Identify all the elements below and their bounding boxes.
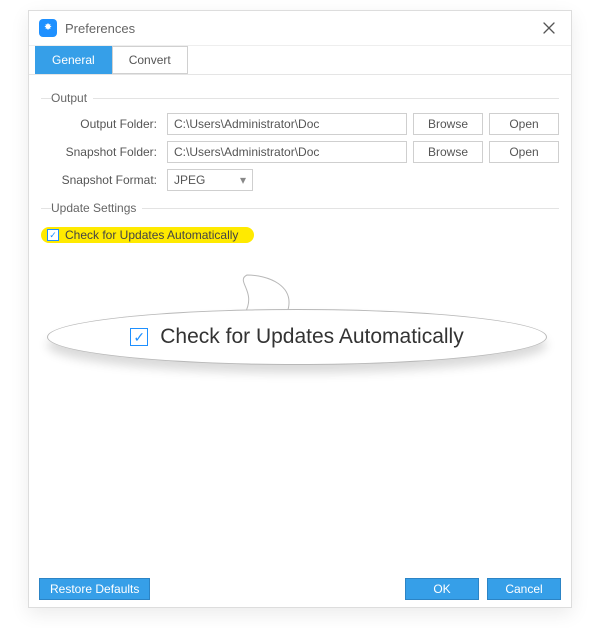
dialog-footer: Restore Defaults OK Cancel <box>29 571 571 607</box>
output-folder-label: Output Folder: <box>41 117 161 131</box>
output-group: Output Output Folder: Browse Open Snapsh… <box>41 91 559 191</box>
callout-label: Check for Updates Automatically <box>160 325 463 349</box>
tab-convert[interactable]: Convert <box>112 46 188 74</box>
tab-general[interactable]: General <box>35 46 112 74</box>
output-folder-open-button[interactable]: Open <box>489 113 559 135</box>
callout-checkbox[interactable]: ✓ <box>130 328 148 346</box>
app-icon <box>39 19 57 37</box>
ok-button[interactable]: OK <box>405 578 479 600</box>
snapshot-format-label: Snapshot Format: <box>41 173 161 187</box>
window-title: Preferences <box>65 21 135 36</box>
snapshot-folder-browse-button[interactable]: Browse <box>413 141 483 163</box>
dialog-body: Output Output Folder: Browse Open Snapsh… <box>29 75 571 571</box>
output-legend: Output <box>51 91 93 105</box>
auto-update-checkbox[interactable]: ✓ <box>47 229 59 241</box>
titlebar: Preferences <box>29 11 571 45</box>
callout-bubble: ✓ Check for Updates Automatically <box>47 309 547 365</box>
snapshot-format-value: JPEG <box>174 173 205 187</box>
close-button[interactable] <box>537 16 561 40</box>
snapshot-folder-label: Snapshot Folder: <box>41 145 161 159</box>
caret-down-icon: ▾ <box>240 173 246 187</box>
output-folder-browse-button[interactable]: Browse <box>413 113 483 135</box>
snapshot-format-select[interactable]: JPEG ▾ <box>167 169 253 191</box>
auto-update-checkbox-row[interactable]: ✓ Check for Updates Automatically <box>41 227 254 243</box>
auto-update-label: Check for Updates Automatically <box>65 228 238 242</box>
output-folder-input[interactable] <box>167 113 407 135</box>
update-group: Update Settings ✓ Check for Updates Auto… <box>41 201 559 251</box>
preferences-dialog: Preferences General Convert Output Outpu… <box>28 10 572 608</box>
restore-defaults-button[interactable]: Restore Defaults <box>39 578 150 600</box>
snapshot-folder-input[interactable] <box>167 141 407 163</box>
cancel-button[interactable]: Cancel <box>487 578 561 600</box>
tab-bar: General Convert <box>29 45 571 75</box>
callout-zoom: ✓ Check for Updates Automatically <box>47 281 547 365</box>
update-legend: Update Settings <box>51 201 142 215</box>
snapshot-folder-open-button[interactable]: Open <box>489 141 559 163</box>
